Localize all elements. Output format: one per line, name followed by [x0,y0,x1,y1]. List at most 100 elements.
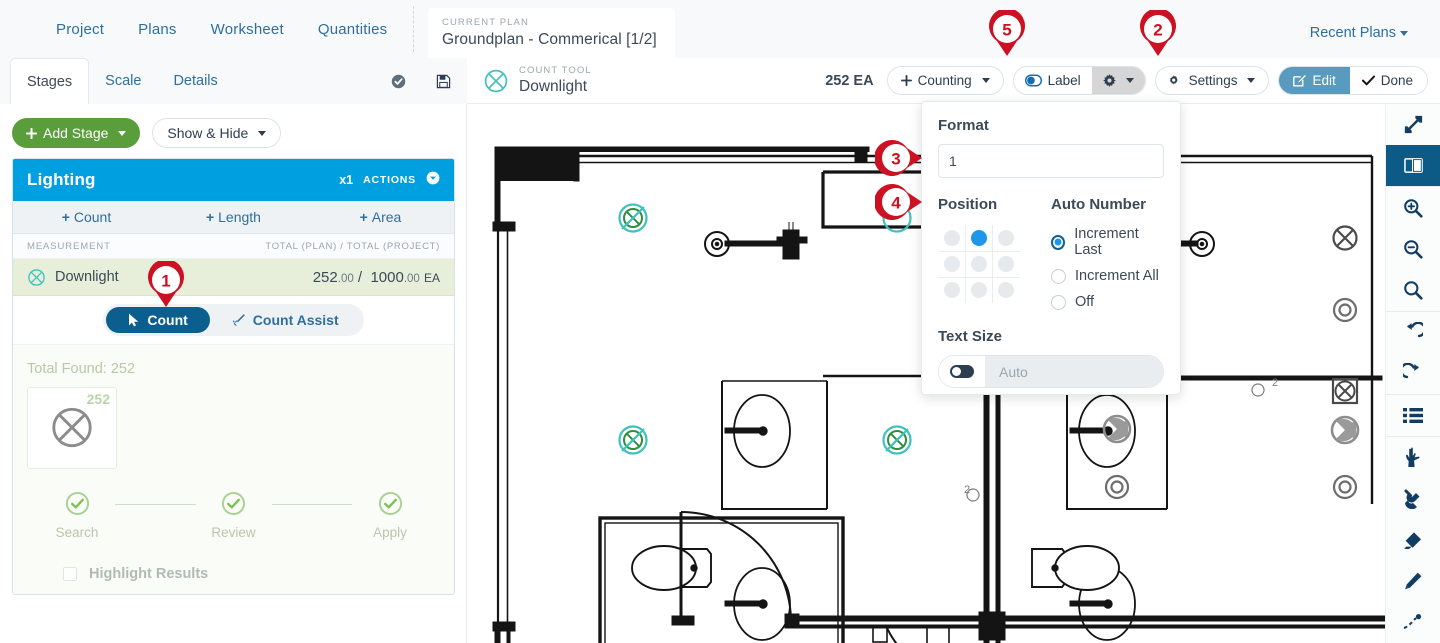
actions-chevron-icon[interactable] [426,171,440,190]
position-grid [938,225,1020,303]
radio-increment-all[interactable] [1051,268,1066,284]
highlight-results-checkbox[interactable] [63,567,77,581]
highlight-results-row[interactable]: Highlight Results [27,566,440,582]
panel-toolbar: Add Stage Show & Hide [0,104,466,148]
tab-bar-icons [391,58,451,104]
add-stage-label: Add Stage [43,125,109,141]
curve-tool-icon[interactable] [1386,602,1440,643]
count-assist-body: Total Found: 252 252 Search Review Apply… [13,345,454,594]
count-mode-count-label: Count [147,312,188,328]
list-icon[interactable] [1386,395,1440,436]
edit-button[interactable]: Edit [1279,67,1350,94]
plus-glyph: + [61,209,70,225]
check-circle-icon[interactable] [391,74,406,89]
position-dot-top-left[interactable] [943,230,960,246]
position-dot-bottom-left[interactable] [943,282,960,298]
step-review-label: Review [211,525,256,540]
save-disk-icon[interactable] [436,74,451,89]
add-count-label: Count [73,209,112,225]
check-icon [1361,75,1375,86]
pencil-icon[interactable] [1386,561,1440,602]
fullscreen-expand-icon[interactable] [1386,104,1440,145]
recent-plans-dropdown[interactable]: Recent Plans [1310,25,1408,41]
secondary-bar: Stages Scale Details COUNT TOOL Downligh [0,58,1440,104]
nav-link-quantities[interactable]: Quantities [318,21,388,38]
text-size-toggle[interactable] [939,356,985,387]
position-dot-top-right[interactable] [998,230,1015,246]
tab-details[interactable]: Details [157,58,233,104]
undo-icon[interactable] [1386,312,1440,353]
tab-scale[interactable]: Scale [89,58,157,104]
format-label: Format [938,117,989,134]
position-dot-bottom-center[interactable] [970,282,987,298]
callout-marker-1: 1 [145,261,187,309]
settings-dropdown-button[interactable]: Settings [1154,66,1270,95]
nav-link-worksheet[interactable]: Worksheet [211,21,284,38]
stage-header[interactable]: Lighting x1 ACTIONS [13,159,454,201]
col-measurement: MEASUREMENT [27,240,111,252]
stage-multiplier: x1 [339,173,354,187]
zoom-fit-icon[interactable] [1386,270,1440,311]
done-button[interactable]: Done [1349,67,1427,94]
count-tool-bar: COUNT TOOL Downlight 252 EA Counting Lab… [467,58,1440,104]
toilet-fixture [631,545,712,591]
stage-title: Lighting [27,170,96,189]
add-area-label: Area [371,209,402,225]
tab-stages[interactable]: Stages [10,58,90,104]
eraser-icon[interactable] [1386,520,1440,561]
add-length-button[interactable]: + Length [160,209,307,225]
label-settings-gear-button[interactable] [1091,67,1145,94]
position-dot-middle-right[interactable] [998,256,1015,272]
auto-number-option-increment-all[interactable]: Increment All [1051,268,1164,284]
count-mode-assist-label: Count Assist [252,312,339,328]
position-dot-bottom-right[interactable] [998,282,1015,298]
label-toggle-button[interactable]: Label [1014,67,1092,94]
radio-increment-last-label: Increment Last [1074,226,1139,258]
gear-icon [1102,74,1116,87]
auto-number-option-increment-last[interactable]: Increment Last [1051,226,1164,258]
radio-off[interactable] [1051,294,1066,310]
count-tool-label: COUNT TOOL [519,65,592,76]
sliders-gear-icon [1169,75,1178,85]
position-dot-middle-center[interactable] [970,256,987,272]
hand-pointer-icon[interactable] [1386,437,1440,478]
position-dot-middle-left[interactable] [943,256,960,272]
redo-icon[interactable] [1386,353,1440,394]
show-hide-button[interactable]: Show & Hide [152,118,282,148]
plan-total-decimals: .00 [337,272,354,285]
step-search[interactable]: Search [47,491,107,540]
zoom-in-icon[interactable] [1386,187,1440,228]
add-length-label: Length [218,209,261,225]
add-area-button[interactable]: + Area [307,209,454,225]
zoom-out-icon[interactable] [1386,228,1440,269]
add-stage-button[interactable]: Add Stage [12,118,141,148]
step-review[interactable]: Review [204,491,264,540]
stage-actions-label[interactable]: ACTIONS [363,174,416,186]
add-count-button[interactable]: + Count [13,209,160,225]
step-connector [271,504,352,505]
format-input[interactable] [938,144,1164,178]
count-mode-count[interactable]: Count [106,307,210,333]
callout-marker-4: 4 [875,181,925,223]
annotation-2: 2 [1272,377,1278,389]
position-dot-top-center[interactable] [970,230,987,246]
measurement-row-downlight[interactable]: Downlight 252.00 / 1000.00 EA [13,259,454,296]
nav-link-project[interactable]: Project [56,21,104,38]
callout-marker-2: 2 [1137,10,1179,58]
step-apply[interactable]: Apply [360,491,420,540]
count-marker [618,425,648,455]
current-plan-card[interactable]: CURRENT PLAN Groundplan - Commerical [1/… [428,8,675,58]
label-gear-group: Label [1012,66,1146,95]
show-hide-label: Show & Hide [167,125,249,141]
totals-separator: / [357,268,363,286]
auto-number-option-off[interactable]: Off [1051,294,1164,310]
counting-dropdown-button[interactable]: Counting [886,66,1004,95]
count-mode-assist[interactable]: Count Assist [210,307,361,333]
magnet-icon[interactable] [1386,478,1440,519]
nav-link-plans[interactable]: Plans [138,21,177,38]
split-view-icon[interactable] [1385,145,1440,187]
result-swatch[interactable]: 252 [27,387,117,469]
total-found-text: Total Found: 252 [27,361,136,377]
radio-increment-last[interactable] [1051,234,1066,250]
text-size-input[interactable]: Auto [985,356,1163,387]
